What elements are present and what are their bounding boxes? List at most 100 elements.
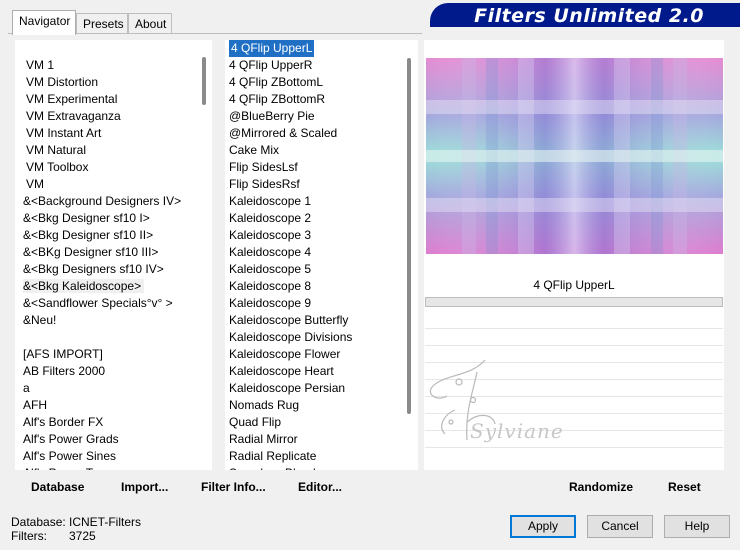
category-item[interactable]: &Neu! <box>15 312 212 329</box>
category-label: AFH <box>23 398 47 412</box>
filter-label: Radial Replicate <box>229 449 317 463</box>
category-label: AB Filters 2000 <box>23 364 106 378</box>
category-label: &<Bkg Kaleidoscope> <box>23 279 145 293</box>
filter-info-button[interactable]: Filter Info... <box>201 480 266 494</box>
category-item[interactable]: &<Background Designers IV> <box>15 193 212 210</box>
filter-item[interactable]: Flip SidesRsf <box>225 176 418 193</box>
filter-item[interactable]: Quad Flip <box>225 414 418 431</box>
filter-item[interactable]: Kaleidoscope 5 <box>225 261 418 278</box>
filter-item[interactable]: Kaleidoscope Divisions <box>225 329 418 346</box>
filter-label: Kaleidoscope 3 <box>229 228 312 242</box>
apply-button[interactable]: Apply <box>510 515 576 538</box>
category-item[interactable]: Alf's Power Sines <box>15 448 212 465</box>
filter-item[interactable]: 4 QFlip UpperR <box>225 57 418 74</box>
filter-item[interactable]: Flip SidesLsf <box>225 159 418 176</box>
filter-item[interactable]: Nomads Rug <box>225 397 418 414</box>
list-gap <box>213 40 219 470</box>
filter-label: Kaleidoscope Butterfly <box>229 313 349 327</box>
category-item[interactable] <box>15 329 212 346</box>
category-item[interactable]: &<BKg Designer sf10 III> <box>15 244 212 261</box>
filter-item[interactable]: Kaleidoscope 1 <box>225 193 418 210</box>
category-item[interactable]: VM Experimental <box>15 91 212 108</box>
category-item[interactable]: &<Bkg Designers sf10 IV> <box>15 261 212 278</box>
filter-item[interactable]: Radial Replicate <box>225 448 418 465</box>
watermark-flourish <box>429 359 496 441</box>
help-button[interactable]: Help <box>664 515 730 538</box>
category-item[interactable]: VM Natural <box>15 142 212 159</box>
filter-label: Kaleidoscope 9 <box>229 296 312 310</box>
filter-item[interactable]: 4 QFlip ZBottomR <box>225 91 418 108</box>
filter-item[interactable]: @Mirrored & Scaled <box>225 125 418 142</box>
filter-label: 4 QFlip UpperR <box>229 58 313 72</box>
status-filters-label: Filters: <box>11 529 47 543</box>
progress-bar <box>425 297 723 307</box>
category-list[interactable]: VM 1 VM Distortion VM Experimental VM Extra… <box>15 40 212 470</box>
filter-item[interactable]: Kaleidoscope 8 <box>225 278 418 295</box>
filter-item[interactable]: Cake Mix <box>225 142 418 159</box>
category-item[interactable]: &<Bkg Designer sf10 II> <box>15 227 212 244</box>
filter-label: Kaleidoscope Heart <box>229 364 334 378</box>
category-item[interactable]: AFH <box>15 397 212 414</box>
category-scrollbar[interactable] <box>202 57 206 105</box>
category-item[interactable]: VM <box>15 176 212 193</box>
category-item[interactable]: &<Sandflower Specials°v° > <box>15 295 212 312</box>
filter-item[interactable]: Kaleidoscope 3 <box>225 227 418 244</box>
filter-label: @Mirrored & Scaled <box>229 126 338 140</box>
filter-item[interactable]: Kaleidoscope Heart <box>225 363 418 380</box>
filter-item[interactable]: Seamless Blend <box>225 465 418 470</box>
filter-label: Flip SidesRsf <box>229 177 300 191</box>
category-label: &<Bkg Designer sf10 I> <box>23 211 150 225</box>
filter-label: Kaleidoscope Flower <box>229 347 341 361</box>
category-item[interactable]: a <box>15 380 212 397</box>
filter-item[interactable]: 4 QFlip ZBottomL <box>225 74 418 91</box>
category-label: &<BKg Designer sf10 III> <box>23 245 159 259</box>
category-item[interactable]: VM Distortion <box>15 74 212 91</box>
category-item[interactable]: VM Toolbox <box>15 159 212 176</box>
filter-item[interactable]: Kaleidoscope 2 <box>225 210 418 227</box>
category-label: VM Distortion <box>26 75 99 89</box>
filter-item[interactable]: @BlueBerry Pie <box>225 108 418 125</box>
cancel-button[interactable]: Cancel <box>587 515 653 538</box>
category-label: VM Natural <box>26 143 87 157</box>
filter-label: 4 QFlip ZBottomR <box>229 92 326 106</box>
filter-item[interactable]: Radial Mirror <box>225 431 418 448</box>
filter-item[interactable]: 4 QFlip UpperL <box>225 40 418 57</box>
category-item[interactable]: VM Instant Art <box>15 125 212 142</box>
filter-label: Kaleidoscope 2 <box>229 211 312 225</box>
status-database-label: Database: <box>11 515 66 529</box>
tab-navigator[interactable]: Navigator <box>12 10 76 35</box>
filter-item[interactable]: Kaleidoscope 4 <box>225 244 418 261</box>
filter-label: 4 QFlip UpperL <box>229 40 315 57</box>
tab-about[interactable]: About <box>128 13 172 33</box>
filter-item[interactable]: Kaleidoscope Butterfly <box>225 312 418 329</box>
category-label: &Neu! <box>23 313 57 327</box>
database-button[interactable]: Database <box>31 480 84 494</box>
category-label: VM <box>26 177 44 191</box>
filter-item[interactable]: Kaleidoscope Persian <box>225 380 418 397</box>
category-item[interactable]: Alf's Power Toys <box>15 465 212 470</box>
category-label: &<Sandflower Specials°v° > <box>23 296 173 310</box>
category-item[interactable]: [AFS IMPORT] <box>15 346 212 363</box>
category-item[interactable]: &<Bkg Designer sf10 I> <box>15 210 212 227</box>
filter-label: Nomads Rug <box>229 398 300 412</box>
editor-button[interactable]: Editor... <box>298 480 342 494</box>
randomize-button[interactable]: Randomize <box>569 480 633 494</box>
import-button[interactable]: Import... <box>121 480 168 494</box>
filter-label: Radial Mirror <box>229 432 298 446</box>
category-item[interactable]: &<Bkg Kaleidoscope> <box>15 278 212 295</box>
category-label: Alf's Border FX <box>23 415 104 429</box>
category-item[interactable]: Alf's Power Grads <box>15 431 212 448</box>
filter-label: Seamless Blend <box>229 466 316 470</box>
category-item[interactable]: VM 1 <box>15 57 212 74</box>
filter-item[interactable]: Kaleidoscope Flower <box>225 346 418 363</box>
category-item[interactable]: Alf's Border FX <box>15 414 212 431</box>
filter-scrollbar[interactable] <box>407 58 411 414</box>
preview-image <box>426 58 723 254</box>
status-database-value: ICNET-Filters <box>69 515 141 529</box>
category-item[interactable]: VM Extravaganza <box>15 108 212 125</box>
tab-presets[interactable]: Presets <box>76 13 128 33</box>
reset-button[interactable]: Reset <box>668 480 701 494</box>
category-item[interactable]: AB Filters 2000 <box>15 363 212 380</box>
filter-list[interactable]: 4 QFlip UpperL 4 QFlip UpperR 4 QFlip ZBot… <box>225 40 418 470</box>
filter-item[interactable]: Kaleidoscope 9 <box>225 295 418 312</box>
